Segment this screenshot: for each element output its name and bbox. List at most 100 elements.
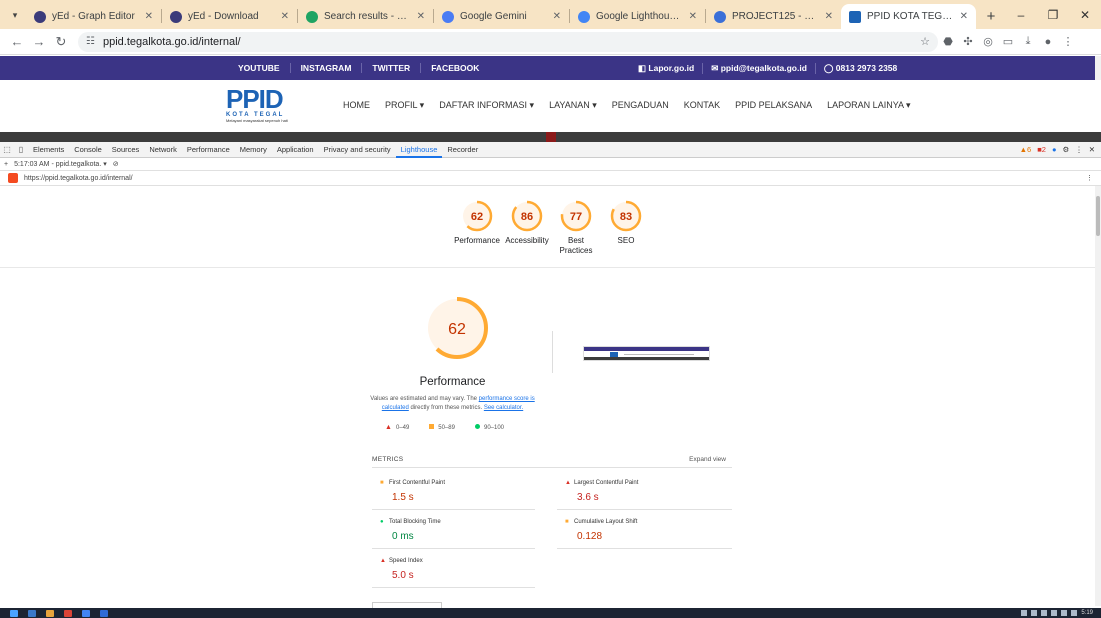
extensions-puzzle-icon[interactable]: ✣ [958,35,978,48]
restore-button[interactable]: ❐ [1037,0,1069,29]
devtools-tab-performance[interactable]: Performance [182,142,235,158]
devtools-tab-lighthouse[interactable]: Lighthouse [395,142,443,158]
windows-start-icon[interactable] [10,609,18,617]
warning-count[interactable]: ▲6 [1020,145,1032,154]
back-arrow-icon[interactable]: ← [6,34,28,49]
close-tab-icon[interactable]: ✕ [281,11,289,22]
system-tray: 5:19 [1021,610,1101,616]
devtools-tab-privacy[interactable]: Privacy and security [319,142,396,158]
reload-icon[interactable]: ↻ [50,34,72,50]
lapor-link[interactable]: ◧ Lapor.go.id [630,62,704,74]
facebook-link[interactable]: FACEBOOK [421,63,489,73]
scrollbar-thumb[interactable] [1096,196,1100,236]
new-tab-button[interactable]: + [980,5,1002,27]
youtube-link[interactable]: YOUTUBE [228,63,291,73]
browser-tab[interactable]: yEd - Graph Editor ✕ [26,4,161,29]
ai-assist-icon[interactable]: ● [1052,145,1057,154]
nav-home[interactable]: HOME [343,100,370,111]
devtools-tab-elements[interactable]: Elements [28,142,69,158]
close-tab-icon[interactable]: ✕ [417,11,425,22]
devtools-scrollbar[interactable] [1095,186,1101,606]
folder-icon[interactable] [46,609,54,617]
menu-kebab-icon[interactable]: ⋮ [1058,35,1078,48]
tab-search-icon[interactable]: ▾ [4,4,26,26]
browser-tab[interactable]: PROJECT125 - Wujudkan Poten ✕ [706,4,841,29]
chrome-icon[interactable] [64,609,72,617]
tray-icon[interactable] [1041,610,1048,616]
google-drive-icon [306,10,318,23]
metric-fcp: ■ First Contentful Paint 1.5 s [372,472,535,510]
fail-triangle-icon: ▲ [380,558,386,564]
close-tab-icon[interactable]: ✕ [689,11,697,22]
close-tab-icon[interactable]: ✕ [825,11,833,22]
sidebar-icon[interactable]: ▭ [998,35,1018,48]
nav-laporan-lainya[interactable]: LAPORAN LAINYA ▾ [827,100,910,111]
devtools-tab-console[interactable]: Console [69,142,107,158]
download-icon[interactable]: ⤓ [1018,35,1038,48]
twitter-link[interactable]: TWITTER [362,63,422,73]
close-tab-icon[interactable]: ✕ [960,11,968,22]
devtools-tab-sources[interactable]: Sources [107,142,145,158]
camera-icon[interactable]: ◎ [978,35,998,48]
forward-arrow-icon[interactable]: → [28,34,50,49]
report-url[interactable]: https://ppid.tegalkota.go.id/internal/ [24,175,133,182]
browser-tab[interactable]: Google Gemini ✕ [434,4,569,29]
tray-icon[interactable] [1021,610,1028,616]
tray-icon[interactable] [1061,610,1068,616]
new-report-icon[interactable]: + [4,161,8,168]
devtools-tab-memory[interactable]: Memory [235,142,272,158]
see-calculator-link[interactable]: See calculator. [484,405,523,411]
browser-tab[interactable]: Search results - Google Drive ✕ [298,4,433,29]
nav-daftar-informasi[interactable]: DAFTAR INFORMASI ▾ [439,100,534,111]
devtools-tab-application[interactable]: Application [272,142,319,158]
clear-icon[interactable]: ⊘ [113,160,119,168]
report-time: 5:17:03 AM - ppid.tegalkota. [14,161,102,168]
report-selector[interactable]: 5:17:03 AM - ppid.tegalkota. ▾ [14,160,107,168]
logo-slogan: Melayani masyarakat sepenuh hati [226,118,288,123]
clock[interactable]: 5:19 [1081,610,1093,616]
email-link[interactable]: ✉ ppid@tegalkota.go.id [703,62,816,74]
browser-tab[interactable]: Google Lighthouse - Google Se ✕ [570,4,705,29]
social-links: YOUTUBE INSTAGRAM TWITTER FACEBOOK [228,63,489,73]
site-header: PPID KOTA TEGAL Melayani masyarakat sepe… [0,80,1101,132]
close-window-button[interactable]: ✕ [1069,0,1101,29]
address-bar[interactable]: ☷ ppid.tegalkota.go.id/internal/ ☆ [78,31,938,52]
profile-icon[interactable]: ● [1038,36,1058,48]
nav-kontak[interactable]: KONTAK [684,100,720,111]
nav-layanan[interactable]: LAYANAN ▾ [549,100,597,111]
close-tab-icon[interactable]: ✕ [553,11,561,22]
page-screenshot-thumbnail[interactable] [583,346,710,361]
nav-pengaduan[interactable]: PENGADUAN [612,100,669,111]
nav-profil[interactable]: PROFIL ▾ [385,100,424,111]
browser-tab-active[interactable]: PPID KOTA TEGAL ✕ [841,4,976,29]
site-info-icon[interactable]: ☷ [86,36,95,47]
ppid-logo[interactable]: PPID KOTA TEGAL Melayani masyarakat sepe… [226,86,301,128]
nav-ppid-pelaksana[interactable]: PPID PELAKSANA [735,100,812,111]
file-explorer-icon[interactable] [28,609,36,617]
report-menu-icon[interactable]: ⋮ [1086,174,1093,182]
minimize-button[interactable]: – [1005,0,1037,29]
gauge-seo[interactable]: 83 SEO [591,200,661,246]
settings-gear-icon[interactable]: ⚙ [1062,145,1069,154]
tray-icon[interactable] [1051,610,1058,616]
whatsapp-link[interactable]: ◯ 0813 2973 2358 [816,63,905,74]
app-icon[interactable] [82,609,90,617]
app-icon[interactable] [100,609,108,617]
tray-icon[interactable] [1071,610,1078,616]
tray-icon[interactable] [1031,610,1038,616]
large-gauge-score: 62 [448,321,466,338]
close-tab-icon[interactable]: ✕ [145,11,153,22]
metric-value: 3.6 s [577,492,599,503]
browser-tab[interactable]: yEd - Download ✕ [162,4,297,29]
bookmark-star-icon[interactable]: ☆ [920,35,930,48]
device-toolbar-icon[interactable]: ▯ [14,145,28,154]
devtools-tab-network[interactable]: Network [144,142,182,158]
error-count[interactable]: ■2 [1037,145,1046,154]
inspect-element-icon[interactable]: ⬚ [0,145,14,154]
instagram-link[interactable]: INSTAGRAM [291,63,363,73]
expand-view-toggle[interactable]: Expand view [689,456,726,463]
devtools-menu-icon[interactable]: ⋮ [1075,145,1083,154]
close-devtools-icon[interactable]: ✕ [1089,145,1095,154]
devtools-tab-recorder[interactable]: Recorder [442,142,483,158]
extension-icon[interactable]: ⬣ [938,35,958,48]
